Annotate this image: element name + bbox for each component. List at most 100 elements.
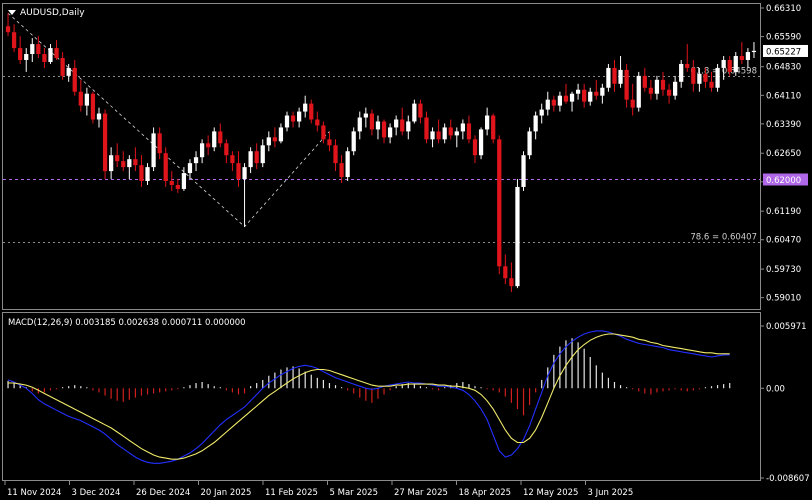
candle-body[interactable] <box>497 139 502 267</box>
candle-body[interactable] <box>466 123 472 140</box>
candle-body[interactable] <box>369 113 375 130</box>
candle-body[interactable] <box>424 117 429 140</box>
candle-body[interactable] <box>30 44 35 55</box>
candle-body[interactable] <box>539 109 544 116</box>
candle-body[interactable] <box>739 56 744 60</box>
candle-body[interactable] <box>679 63 684 82</box>
candle-body[interactable] <box>751 50 757 53</box>
candle-body[interactable] <box>266 137 271 146</box>
candle-body[interactable] <box>260 145 265 164</box>
candle-body[interactable] <box>321 125 326 140</box>
candle-body[interactable] <box>236 163 241 180</box>
candle-body[interactable] <box>102 113 108 172</box>
candle-body[interactable] <box>303 103 308 112</box>
candle-body[interactable] <box>660 79 666 90</box>
candle-body[interactable] <box>654 79 660 94</box>
candle-body[interactable] <box>242 167 247 180</box>
candle-body[interactable] <box>339 163 344 178</box>
candle-body[interactable] <box>387 127 393 138</box>
candle-body[interactable] <box>375 121 381 130</box>
candle-body[interactable] <box>351 131 356 152</box>
candle-body[interactable] <box>715 67 720 88</box>
candle-body[interactable] <box>648 87 653 94</box>
candle-body[interactable] <box>151 133 156 168</box>
candle-body[interactable] <box>400 119 405 132</box>
candle-body[interactable] <box>121 161 126 168</box>
candle-body[interactable] <box>394 119 399 128</box>
candle-body[interactable] <box>436 131 441 140</box>
candle-body[interactable] <box>582 89 587 102</box>
candle-body[interactable] <box>454 131 459 136</box>
candle-body[interactable] <box>181 173 187 189</box>
candle-body[interactable] <box>527 131 532 156</box>
candle-body[interactable] <box>193 157 199 164</box>
candle-body[interactable] <box>315 119 320 126</box>
candle-body[interactable] <box>297 111 302 122</box>
candle-body[interactable] <box>248 151 253 168</box>
candle-body[interactable] <box>630 99 635 108</box>
candle-body[interactable] <box>157 133 162 154</box>
candle-body[interactable] <box>709 81 714 88</box>
candle-body[interactable] <box>460 123 465 132</box>
candle-body[interactable] <box>133 159 138 166</box>
candle-body[interactable] <box>733 56 738 72</box>
candle-body[interactable] <box>606 67 611 88</box>
candle-body[interactable] <box>521 155 526 187</box>
candle-body[interactable] <box>745 52 751 60</box>
candle-body[interactable] <box>284 115 290 128</box>
candle-body[interactable] <box>685 63 690 68</box>
candle-body[interactable] <box>727 59 732 72</box>
candle-body[interactable] <box>478 129 484 156</box>
candle-body[interactable] <box>139 165 144 182</box>
candle-body[interactable] <box>36 44 41 55</box>
candle-body[interactable] <box>145 167 150 182</box>
candle-body[interactable] <box>666 89 672 96</box>
candle-body[interactable] <box>357 117 362 132</box>
candle-body[interactable] <box>545 99 550 110</box>
candle-body[interactable] <box>557 95 563 106</box>
candle-body[interactable] <box>278 127 284 142</box>
candle-body[interactable] <box>11 32 17 49</box>
candle-body[interactable] <box>84 93 89 106</box>
candle-body[interactable] <box>418 103 423 118</box>
candle-body[interactable] <box>42 54 47 62</box>
candle-body[interactable] <box>503 266 508 279</box>
candle-body[interactable] <box>115 155 120 162</box>
candle-body[interactable] <box>575 89 581 94</box>
candle-body[interactable] <box>703 73 708 82</box>
candle-body[interactable] <box>48 48 53 62</box>
candle-body[interactable] <box>430 131 435 140</box>
candle-body[interactable] <box>187 163 193 174</box>
candle-body[interactable] <box>309 103 314 120</box>
candle-body[interactable] <box>66 67 71 76</box>
candle-body[interactable] <box>636 75 641 108</box>
candle-body[interactable] <box>551 99 556 106</box>
candle-body[interactable] <box>594 91 599 96</box>
candle-body[interactable] <box>448 127 453 136</box>
candle-body[interactable] <box>472 139 478 156</box>
candle-body[interactable] <box>127 159 132 168</box>
candle-body[interactable] <box>175 184 180 189</box>
candle-body[interactable] <box>230 155 235 164</box>
candle-body[interactable] <box>18 48 23 60</box>
candle-body[interactable] <box>509 278 514 287</box>
candle-body[interactable] <box>406 121 411 132</box>
candle-body[interactable] <box>515 186 520 287</box>
candle-body[interactable] <box>72 67 77 92</box>
candle-body[interactable] <box>5 26 11 33</box>
candle-body[interactable] <box>272 137 277 142</box>
candle-body[interactable] <box>569 93 575 102</box>
candle-body[interactable] <box>90 93 96 120</box>
candle-body[interactable] <box>624 69 629 100</box>
candle-body[interactable] <box>78 91 83 106</box>
candle-body[interactable] <box>721 59 726 68</box>
candle-body[interactable] <box>254 151 259 164</box>
candle-body[interactable] <box>691 67 696 84</box>
candle-body[interactable] <box>212 131 217 148</box>
candle-body[interactable] <box>618 69 623 84</box>
candle-body[interactable] <box>533 115 538 132</box>
candle-body[interactable] <box>588 91 593 102</box>
candle-body[interactable] <box>485 115 490 130</box>
candle-body[interactable] <box>491 115 496 140</box>
candle-body[interactable] <box>600 87 605 96</box>
